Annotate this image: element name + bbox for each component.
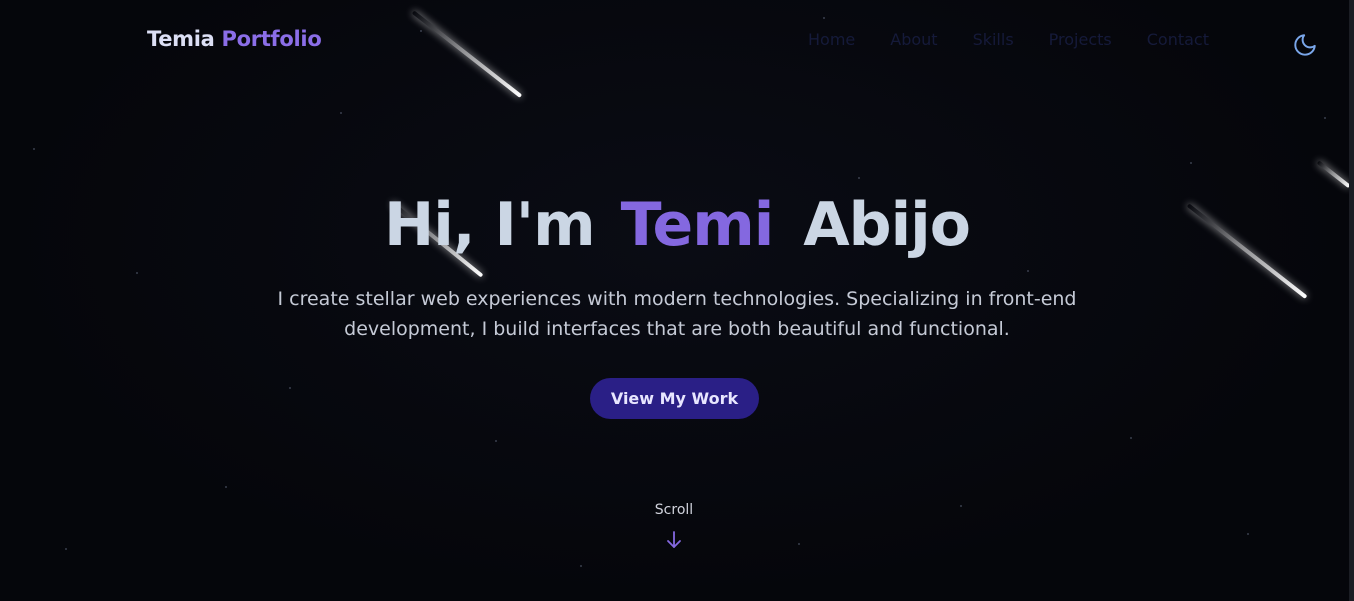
hero-page: Temia Portfolio Home About Skills Projec… [0, 0, 1354, 601]
nav-item-skills[interactable]: Skills [973, 30, 1014, 49]
star [289, 387, 291, 389]
hero-title: Hi, I'm Temi Abijo [0, 190, 1354, 260]
logo-second-word: Portfolio [221, 27, 322, 51]
hero-subtitle-line-2: development, I build interfaces that are… [344, 318, 1010, 340]
theme-toggle-button[interactable] [1292, 32, 1318, 58]
meteor [411, 10, 523, 98]
meteor [1316, 160, 1351, 189]
star [580, 565, 582, 567]
star [340, 112, 342, 114]
logo-first-word: Temia [147, 27, 215, 51]
arrow-down-icon[interactable] [665, 530, 683, 550]
view-my-work-button[interactable]: View My Work [590, 378, 759, 419]
hero-subtitle-line-1: I create stellar web experiences with mo… [277, 288, 1077, 310]
hero-subtitle: I create stellar web experiences with mo… [260, 284, 1094, 344]
star [1247, 533, 1249, 535]
nav-item-home[interactable]: Home [808, 30, 855, 49]
hero-last-name: Abijo [803, 190, 971, 260]
nav-item-about[interactable]: About [890, 30, 937, 49]
star [65, 548, 67, 550]
star [858, 177, 860, 179]
star [225, 486, 227, 488]
star [1130, 437, 1132, 439]
star [33, 148, 35, 150]
scroll-label[interactable]: Scroll [0, 502, 1348, 518]
star [136, 272, 138, 274]
star [495, 440, 497, 442]
main-nav: Home About Skills Projects Contact [808, 30, 1244, 49]
star [1190, 162, 1192, 164]
nav-item-projects[interactable]: Projects [1049, 30, 1112, 49]
hero-first-name: Temi [620, 190, 775, 260]
star [1027, 270, 1029, 272]
site-logo[interactable]: Temia Portfolio [147, 27, 322, 51]
star [420, 30, 422, 32]
star [823, 17, 825, 19]
star [798, 543, 800, 545]
moon-icon [1294, 34, 1316, 56]
star [1324, 117, 1326, 119]
hero-greeting: Hi, I'm [384, 190, 596, 260]
nav-item-contact[interactable]: Contact [1147, 30, 1209, 49]
